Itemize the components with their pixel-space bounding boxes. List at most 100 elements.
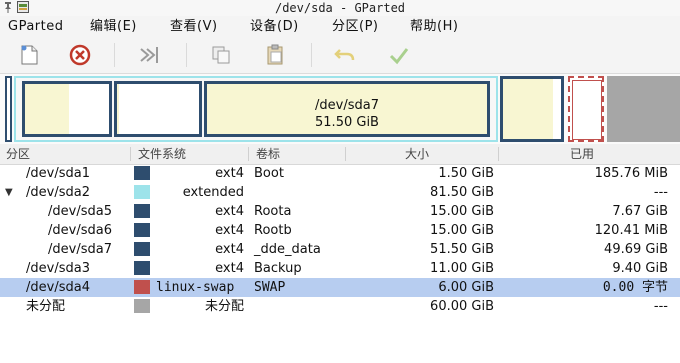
table-row[interactable]: /dev/sda1 ext4 Boot 1.50 GiB 185.76 MiB	[0, 164, 680, 183]
partition-used: 185.76 MiB	[594, 166, 668, 181]
menu-edit[interactable]: 编辑(E)	[90, 16, 137, 37]
partition-used: 7.67 GiB	[612, 204, 668, 219]
partition-block-sda5[interactable]	[22, 81, 112, 137]
column-divider	[130, 147, 131, 161]
column-header-label[interactable]: 卷标	[256, 144, 280, 164]
swap-inner-box	[572, 80, 602, 140]
partition-block-sda4[interactable]	[568, 76, 604, 142]
filesystem-type: 未分配	[204, 299, 244, 314]
filesystem-type: ext4	[215, 204, 244, 219]
partition-used: ---	[653, 185, 668, 200]
partition-used: 120.41 MiB	[594, 223, 668, 238]
toolbar-separator	[311, 43, 312, 67]
partition-size: 1.50 GiB	[438, 166, 494, 181]
fs-color-swatch	[134, 204, 150, 218]
menu-view[interactable]: 查看(V)	[170, 16, 218, 37]
fs-color-swatch	[134, 223, 150, 237]
column-header-partition[interactable]: 分区	[6, 144, 30, 164]
menu-partition[interactable]: 分区(P)	[332, 16, 378, 37]
filesystem-type: linux-swap	[156, 280, 235, 295]
used-space-fill	[503, 79, 553, 139]
column-header-size[interactable]: 大小	[405, 144, 429, 164]
table-row-selected[interactable]: /dev/sda4 linux-swap SWAP 6.00 GiB 0.00 …	[0, 278, 680, 297]
resize-move-icon[interactable]	[136, 42, 162, 68]
delete-partition-icon[interactable]	[67, 42, 93, 68]
fs-color-swatch	[134, 166, 150, 180]
table-row[interactable]: 未分配 未分配 60.00 GiB ---	[0, 297, 680, 316]
partition-name: /dev/sda3	[26, 261, 90, 276]
partition-block-unallocated[interactable]	[607, 76, 680, 142]
column-divider	[345, 147, 346, 161]
partition-size: 60.00 GiB	[430, 299, 494, 314]
partition-used: 49.69 GiB	[604, 242, 668, 257]
partition-block-sda1[interactable]	[5, 76, 12, 142]
partition-name: /dev/sda5	[48, 204, 112, 219]
fs-color-swatch	[134, 299, 150, 313]
table-header: 分区 文件系统 卷标 大小 已用	[0, 144, 680, 165]
used-space-fill	[25, 84, 69, 134]
partition-label: Roota	[254, 204, 292, 219]
partition-graph: /dev/sda7 51.50 GiB	[0, 74, 680, 146]
fs-color-swatch	[134, 185, 150, 199]
partition-label: SWAP	[254, 280, 286, 295]
table-row[interactable]: /dev/sda7 ext4 _dde_data 51.50 GiB 49.69…	[0, 240, 680, 259]
partition-name: /dev/sda2	[26, 185, 90, 200]
menu-gparted[interactable]: GParted	[8, 16, 64, 37]
filesystem-type: ext4	[215, 166, 244, 181]
used-space-fill	[117, 84, 119, 134]
copy-icon[interactable]	[208, 42, 234, 68]
fs-color-swatch	[134, 280, 150, 294]
partition-block-sda6[interactable]	[114, 81, 202, 137]
partition-name: 未分配	[26, 299, 66, 314]
filesystem-type: extended	[182, 185, 244, 200]
toolbar-separator	[186, 43, 187, 67]
table-row[interactable]: /dev/sda3 ext4 Backup 11.00 GiB 9.40 GiB	[0, 259, 680, 278]
undo-icon[interactable]	[332, 42, 358, 68]
paste-icon[interactable]	[262, 42, 288, 68]
collapse-arrow-icon[interactable]: ▼	[5, 183, 13, 202]
partition-used: 0.00 字节	[602, 280, 668, 295]
window-title: /dev/sda - GParted	[274, 1, 406, 15]
partition-block-sda3[interactable]	[500, 76, 564, 142]
partition-used: 9.40 GiB	[612, 261, 668, 276]
column-header-filesystem[interactable]: 文件系统	[138, 144, 186, 164]
partition-block-label: /dev/sda7	[315, 98, 379, 113]
partition-label: _dde_data	[254, 242, 321, 257]
filesystem-type: ext4	[215, 223, 244, 238]
partition-used: ---	[653, 299, 668, 314]
menu-device[interactable]: 设备(D)	[250, 16, 299, 37]
fs-color-swatch	[134, 242, 150, 256]
column-divider	[248, 147, 249, 161]
partition-block-sda7[interactable]: /dev/sda7 51.50 GiB	[204, 81, 490, 137]
table-row[interactable]: /dev/sda5 ext4 Roota 15.00 GiB 7.67 GiB	[0, 202, 680, 221]
partition-size: 51.50 GiB	[430, 242, 494, 257]
partition-size: 6.00 GiB	[438, 280, 494, 295]
table-row[interactable]: ▼ /dev/sda2 extended 81.50 GiB ---	[0, 183, 680, 202]
new-partition-icon[interactable]	[16, 42, 42, 68]
toolbar	[0, 37, 680, 74]
column-header-used[interactable]: 已用	[570, 144, 594, 164]
partition-block-size: 51.50 GiB	[315, 115, 379, 130]
filesystem-type: ext4	[215, 242, 244, 257]
partition-name: /dev/sda4	[26, 280, 90, 295]
menu-bar: GParted 编辑(E) 查看(V) 设备(D) 分区(P) 帮助(H)	[0, 16, 680, 37]
menu-help[interactable]: 帮助(H)	[410, 16, 458, 37]
partition-name: /dev/sda7	[48, 242, 112, 257]
partition-size: 15.00 GiB	[430, 223, 494, 238]
partition-table: 分区 文件系统 卷标 大小 已用 /dev/sda1 ext4 Boot 1.5…	[0, 144, 680, 363]
partition-label: Boot	[254, 166, 284, 181]
partition-size: 15.00 GiB	[430, 204, 494, 219]
partition-size: 81.50 GiB	[430, 185, 494, 200]
column-divider	[498, 147, 499, 161]
partition-label: Rootb	[254, 223, 292, 238]
partition-name: /dev/sda6	[48, 223, 112, 238]
filesystem-type: ext4	[215, 261, 244, 276]
partition-label: Backup	[254, 261, 302, 276]
fs-color-swatch	[134, 261, 150, 275]
table-row[interactable]: /dev/sda6 ext4 Rootb 15.00 GiB 120.41 Mi…	[0, 221, 680, 240]
partition-size: 11.00 GiB	[430, 261, 494, 276]
apply-icon[interactable]	[386, 42, 412, 68]
partition-name: /dev/sda1	[26, 166, 90, 181]
toolbar-separator	[114, 43, 115, 67]
title-bar: /dev/sda - GParted	[0, 0, 680, 17]
